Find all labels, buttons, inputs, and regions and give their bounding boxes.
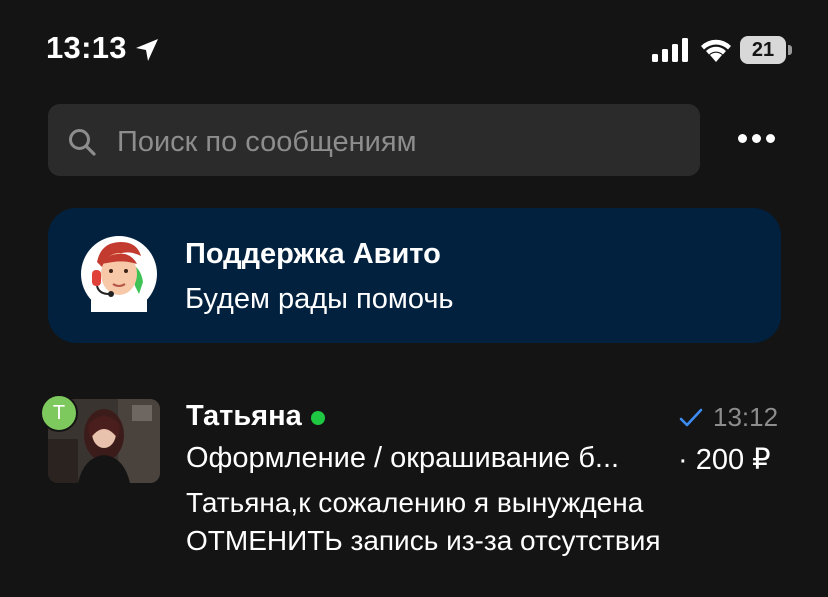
status-bar: 13:13 21 — [0, 0, 828, 100]
chat-ad-title: Оформление / окрашивание б... — [186, 442, 620, 474]
chat-list-item[interactable]: Т Татьяна 13:12 Оформление / окрашивание… — [0, 384, 828, 564]
search-placeholder: Поиск по сообщениям — [117, 126, 417, 158]
user-avatar: Т — [40, 394, 78, 432]
more-dot-icon — [738, 134, 747, 143]
chat-time: 13:12 — [713, 402, 779, 432]
more-dot-icon — [766, 134, 775, 143]
status-time: 13:13 — [46, 30, 127, 65]
more-options-button[interactable] — [728, 118, 784, 158]
chat-last-message: Татьяна,к сожалению я вынуждена ОТМЕНИТЬ… — [186, 487, 661, 556]
support-title: Поддержка Авито — [185, 238, 441, 270]
search-input[interactable]: Поиск по сообщениям — [48, 104, 700, 176]
location-arrow-icon — [136, 39, 158, 61]
wifi-icon — [701, 39, 731, 62]
chat-contact-name: Татьяна — [186, 400, 302, 432]
online-status-icon — [311, 411, 325, 425]
support-agent-avatar — [81, 236, 157, 312]
search-icon — [69, 129, 96, 156]
battery-indicator: 21 — [740, 36, 792, 64]
battery-percent: 21 — [751, 39, 775, 61]
more-dot-icon — [752, 134, 761, 143]
support-subtitle: Будем рады помочь — [185, 283, 454, 315]
battery-cap — [788, 45, 792, 55]
chat-ad-price: · 200 ₽ — [678, 444, 771, 476]
cellular-signal-icon — [652, 38, 688, 62]
support-chat-card[interactable]: Поддержка Авито Будем рады помочь — [48, 208, 781, 343]
read-checkmark-icon — [679, 408, 703, 427]
